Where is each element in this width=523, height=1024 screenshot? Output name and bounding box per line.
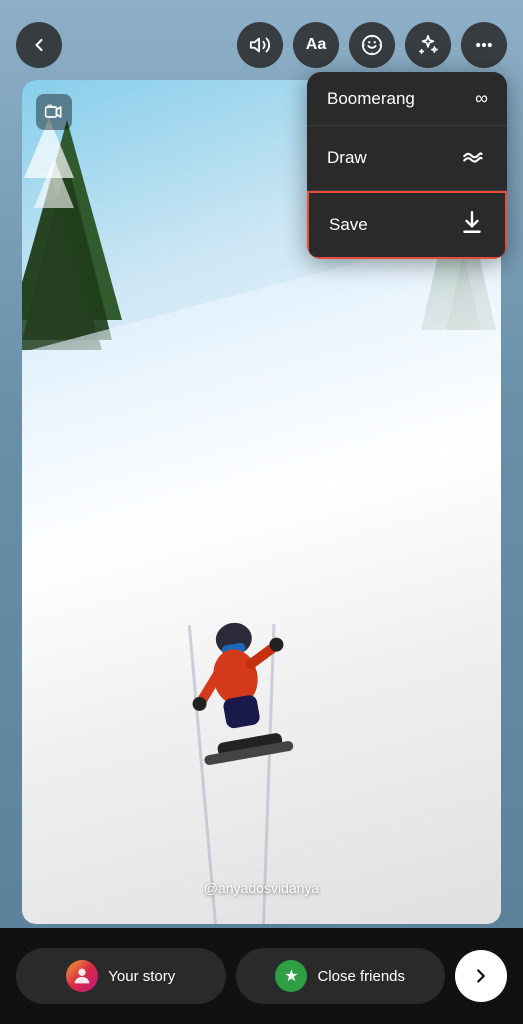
save-label: Save bbox=[329, 215, 368, 235]
username-label: @anyadosvidanya bbox=[204, 880, 319, 896]
text-button[interactable]: Aa bbox=[293, 22, 339, 68]
star-icon-container: ★ bbox=[275, 960, 307, 992]
more-button[interactable] bbox=[461, 22, 507, 68]
back-button[interactable] bbox=[16, 22, 62, 68]
menu-item-boomerang[interactable]: Boomerang ∞ bbox=[307, 72, 507, 126]
sticker-button[interactable] bbox=[349, 22, 395, 68]
video-camera-icon bbox=[44, 102, 64, 122]
sticker-icon bbox=[361, 34, 383, 56]
avatar-icon bbox=[71, 965, 93, 987]
menu-item-save[interactable]: Save bbox=[307, 191, 507, 259]
more-icon bbox=[474, 35, 494, 55]
bottom-bar: Your story ★ Close friends bbox=[0, 928, 523, 1024]
draw-icon bbox=[461, 142, 487, 174]
save-icon bbox=[459, 209, 485, 241]
user-avatar bbox=[66, 960, 98, 992]
boomerang-label: Boomerang bbox=[327, 89, 415, 109]
back-icon bbox=[29, 35, 49, 55]
your-story-label: Your story bbox=[108, 968, 175, 985]
dropdown-menu: Boomerang ∞ Draw Save bbox=[307, 72, 507, 259]
toolbar-right: Aa bbox=[237, 22, 507, 68]
sound-icon bbox=[249, 34, 271, 56]
video-icon-container bbox=[36, 94, 72, 130]
next-icon bbox=[470, 965, 492, 987]
boomerang-icon: ∞ bbox=[475, 88, 487, 109]
sound-button[interactable] bbox=[237, 22, 283, 68]
next-button[interactable] bbox=[455, 950, 507, 1002]
draw-label: Draw bbox=[327, 148, 367, 168]
text-icon: Aa bbox=[306, 36, 326, 54]
close-friends-button[interactable]: ★ Close friends bbox=[236, 948, 446, 1004]
effects-button[interactable] bbox=[405, 22, 451, 68]
toolbar: Aa bbox=[0, 0, 523, 80]
your-story-button[interactable]: Your story bbox=[16, 948, 226, 1004]
close-friends-label: Close friends bbox=[317, 968, 405, 985]
star-icon: ★ bbox=[284, 966, 298, 986]
effects-icon bbox=[417, 34, 439, 56]
menu-item-draw[interactable]: Draw bbox=[307, 126, 507, 191]
